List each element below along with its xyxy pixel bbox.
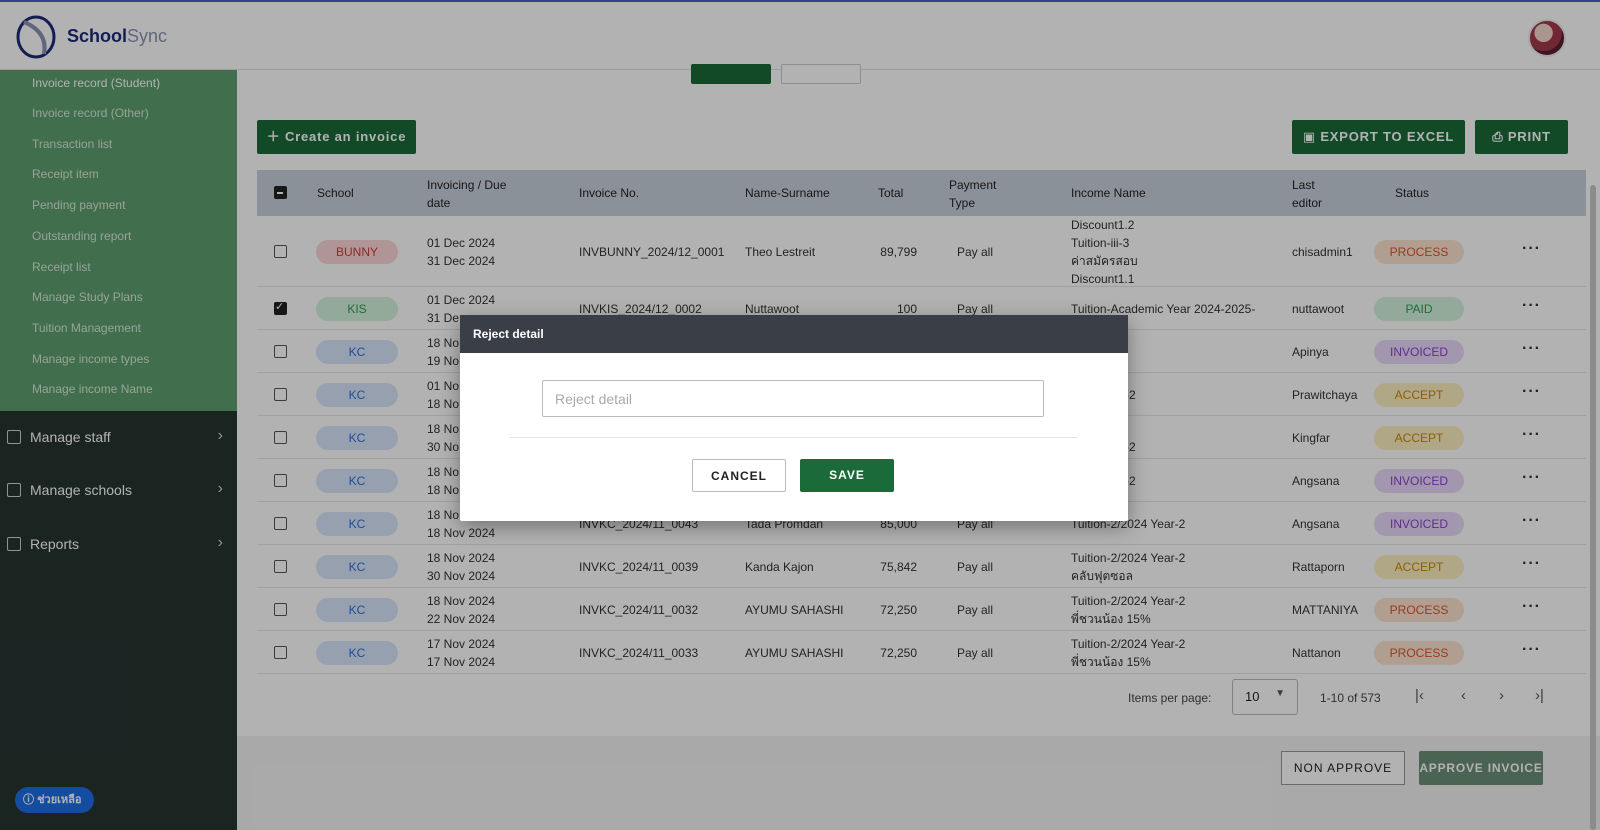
dialog-title: Reject detail	[460, 315, 1128, 353]
cancel-button[interactable]: CANCEL	[692, 459, 786, 492]
save-button[interactable]: SAVE	[800, 459, 894, 492]
reject-detail-input[interactable]	[542, 380, 1044, 417]
dialog-divider	[509, 437, 1077, 438]
reject-detail-dialog: Reject detail CANCEL SAVE	[460, 315, 1128, 521]
